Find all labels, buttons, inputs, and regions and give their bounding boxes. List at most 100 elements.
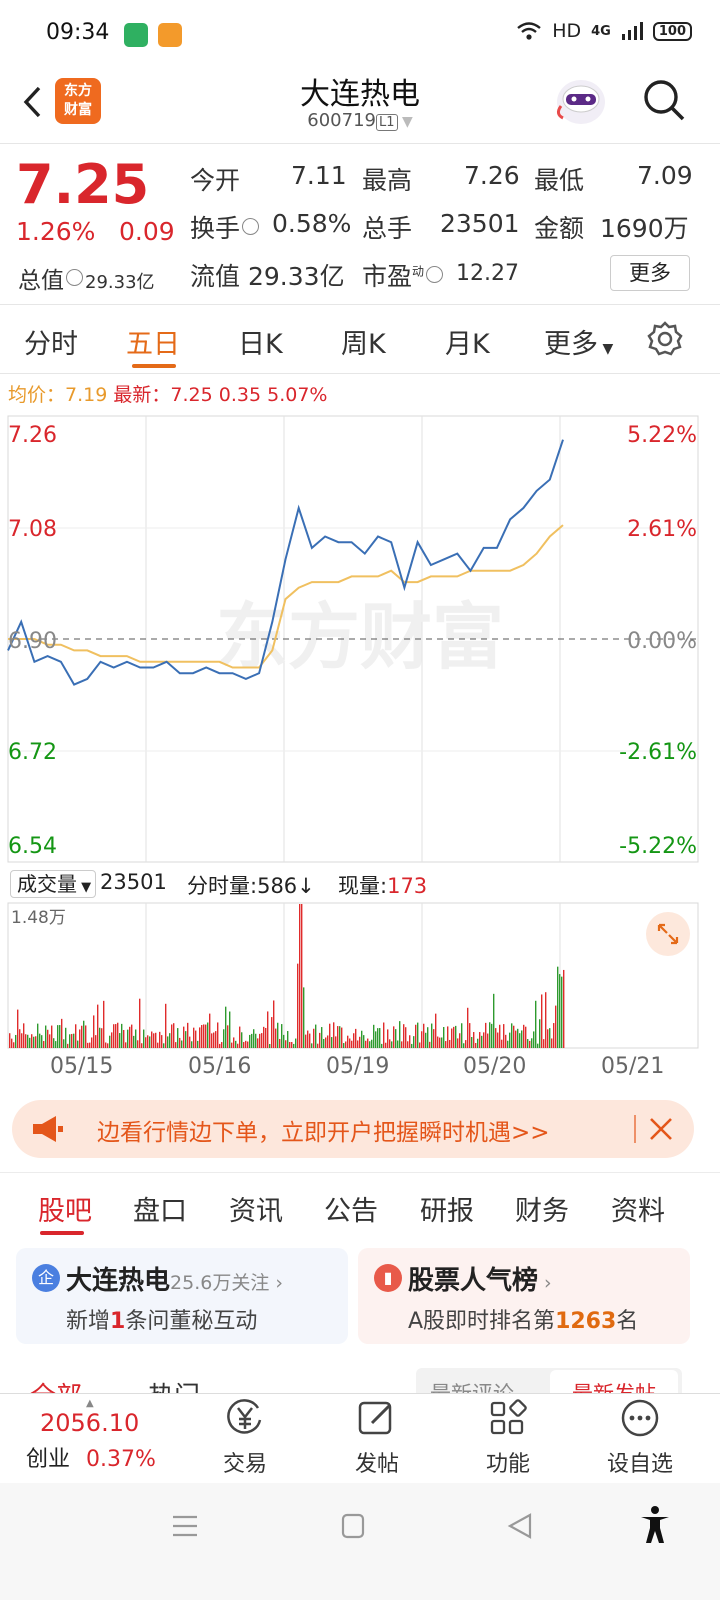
volume-bar [545,992,547,1048]
expand-icon[interactable] [646,912,690,956]
volume-chart[interactable]: 1.48万 [0,902,720,1050]
volume-bar [81,1025,83,1048]
volume-bar [315,1024,317,1048]
tab-orderbook[interactable]: 盘口 [133,1189,187,1228]
high-label: 最高 [362,166,413,195]
close-icon[interactable] [648,1116,674,1142]
volume-bar [147,1035,149,1048]
volume-bar [285,1040,287,1048]
volume-bar [163,1043,165,1048]
volume-bar [47,1029,49,1048]
volume-bar [171,1024,173,1048]
volume-bar [261,1033,263,1048]
y-tick-right: -5.22% [619,834,697,859]
volume-bar [489,1022,491,1048]
volume-bar [413,1036,415,1048]
functions-button[interactable]: 功能 [463,1398,553,1478]
post-button[interactable]: 发帖 [332,1398,422,1478]
tab-finance[interactable]: 财务 [515,1189,569,1228]
home-square-icon[interactable] [340,1512,366,1540]
sort-latest-post[interactable]: 最新发帖 [550,1370,678,1394]
tab-more[interactable]: 更多 ▼ [544,322,613,361]
volume-bar [249,1034,251,1048]
info-icon [426,266,444,283]
volume-bar [435,1013,437,1048]
volume-bar [357,1040,359,1048]
volume-bar [55,1041,57,1048]
volume-bar [229,1011,231,1048]
tab-guba[interactable]: 股吧 [38,1189,92,1228]
stock-code-selector[interactable]: 600719 L1 ▼ [0,110,720,131]
card-subtitle: A股即时排名第1263名 [408,1309,639,1334]
volume-bar [551,1038,553,1048]
account-open-banner[interactable]: 边看行情边下单，立即开户把握瞬时机遇>> [12,1100,694,1158]
volume-bar [263,1026,265,1048]
volume-bar [429,1041,431,1048]
volume-bar [313,1028,315,1048]
trade-button[interactable]: 交易 [200,1398,290,1478]
volume-bar [111,1032,113,1048]
volume-bar [455,1025,457,1048]
total-volume: 23501 [100,870,167,894]
company-forum-card[interactable]: 企 大连热电25.6万关注 › 新增1条问董秘互动 [16,1248,348,1344]
tab-profile[interactable]: 资料 [611,1189,665,1228]
volume-bar [299,904,301,1048]
volume-bar [13,1042,15,1048]
volume-bar [549,1028,551,1048]
post-filter-row: 全部 热门 最新评论 最新发帖 [0,1368,720,1394]
tab-announcements[interactable]: 公告 [324,1189,378,1228]
volume-bar [189,1036,191,1048]
volume-bar [555,1005,557,1048]
y-tick-left: 6.72 [8,740,57,765]
volume-bar [343,1043,345,1048]
volume-bar [431,1023,433,1048]
volume-bar [175,1042,177,1048]
volume-bar [553,1023,555,1048]
volume-bar [325,1037,327,1048]
volume-bar [377,1028,379,1048]
open-value: 7.11 [291,161,347,190]
tab-five-day[interactable]: 五日 [126,322,180,361]
tab-daily-k[interactable]: 日K [238,322,283,361]
volume-bar [341,1027,343,1048]
gear-icon[interactable] [646,320,684,358]
accessibility-icon[interactable] [638,1505,672,1545]
tab-research[interactable]: 研报 [420,1189,474,1228]
tab-news[interactable]: 资讯 [229,1189,283,1228]
volume-bar [99,1027,101,1048]
message-app-icon [124,23,148,47]
search-icon[interactable] [640,76,688,124]
card-title: 股票人气榜 › [408,1266,552,1296]
volume-bar [449,1039,451,1048]
volume-bar [497,1032,499,1048]
menu-icon[interactable] [170,1513,200,1539]
filter-all[interactable]: 全部 [30,1376,82,1394]
legend-latest-value: 7.25 [170,384,213,406]
volume-bar [9,1033,11,1048]
legend-change: 0.35 [218,384,262,406]
filter-hot[interactable]: 热门 [148,1376,200,1394]
volume-bar [359,1036,361,1048]
volume-bar [133,1035,135,1048]
volume-indicator-select[interactable]: 成交量 ▼ [10,870,96,898]
assistant-robot-icon[interactable] [555,74,607,128]
volume-bar [345,1041,347,1048]
volume-bar [165,1003,167,1048]
volume-bar [317,1043,319,1048]
tab-monthly-k[interactable]: 月K [445,322,490,361]
tab-intraday[interactable]: 分时 [24,322,78,361]
volume-bar [123,1030,125,1048]
volume-bar [143,1029,145,1048]
tab-weekly-k[interactable]: 周K [341,322,386,361]
sort-latest-comment[interactable]: 最新评论 [430,1378,514,1394]
back-triangle-icon[interactable] [506,1512,534,1540]
volume-bar [535,1000,537,1048]
add-watchlist-button[interactable]: 设自选 [595,1398,685,1478]
volume-bar [179,1037,181,1048]
index-ticker[interactable]: ▲ 2056.10 创业 0.37% [26,1398,156,1473]
popularity-rank-card[interactable]: ▮ 股票人气榜 › A股即时排名第1263名 [358,1248,690,1344]
more-button[interactable]: 更多 [610,255,690,291]
active-section-indicator [40,1231,84,1235]
legend-percent: 5.07% [267,384,328,406]
price-chart[interactable]: 东方财富 7.26 7.08 6.90 6.72 6.54 5.22% 2.61… [0,412,720,864]
